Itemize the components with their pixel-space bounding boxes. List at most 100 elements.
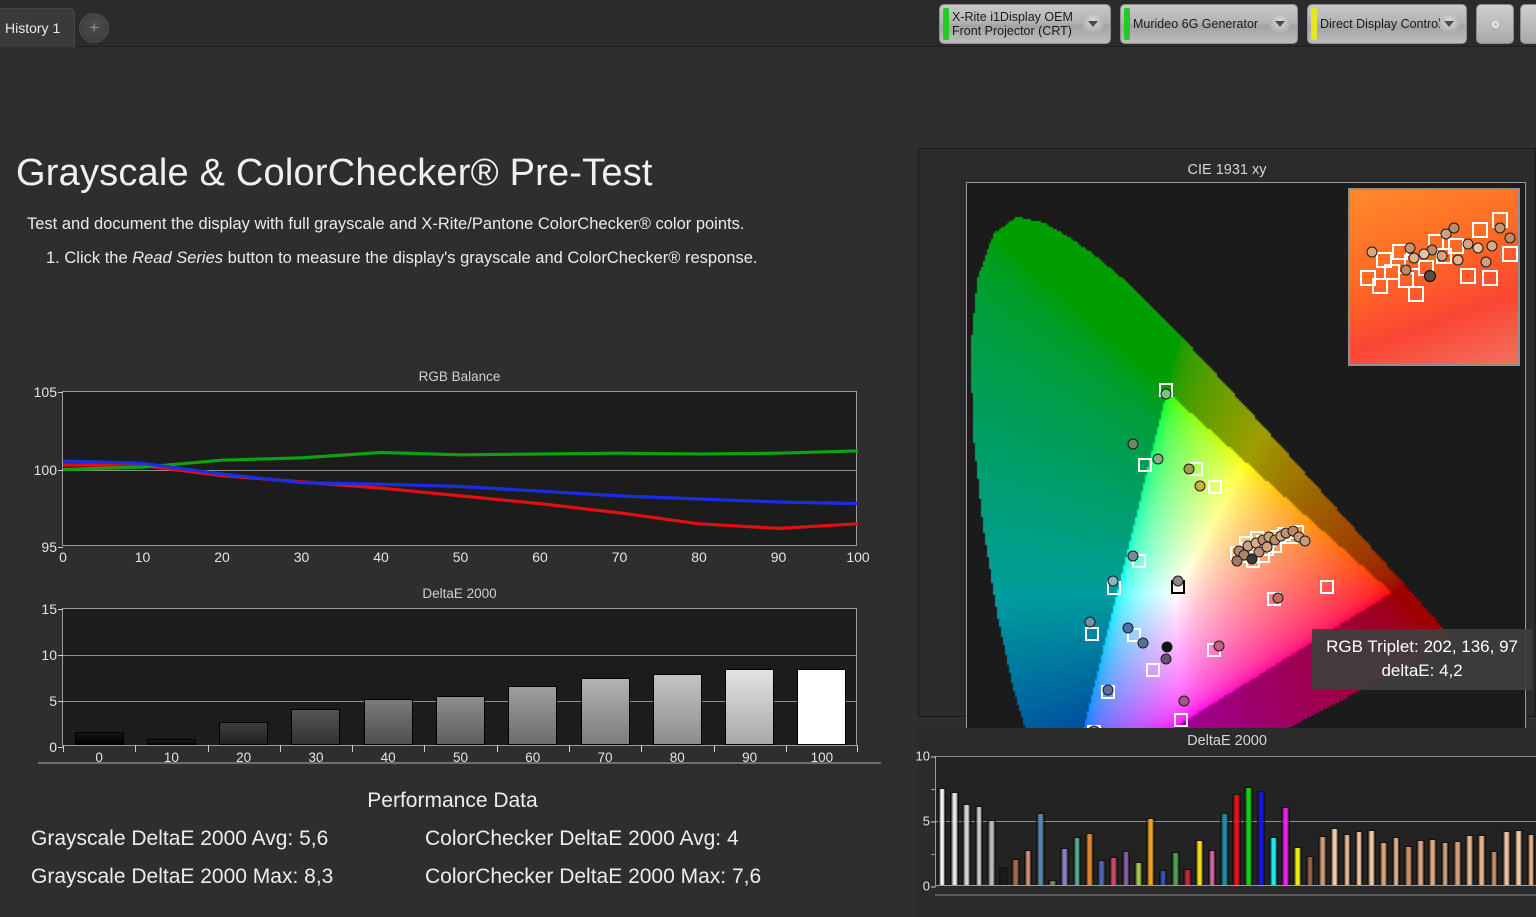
measured-point-1 xyxy=(1127,438,1139,450)
bar-60 xyxy=(508,686,558,745)
add-tab-button[interactable]: + xyxy=(79,13,110,43)
bar-GS100 xyxy=(937,787,947,886)
inset-measured-point-14 xyxy=(1436,250,1448,262)
bar-SK12 xyxy=(1465,834,1474,886)
step-text-pre: Click the xyxy=(64,249,133,267)
generator-selector[interactable]: Murideo 6G Generator xyxy=(1120,4,1298,44)
colorchecker-deltae-plot-area: 0 5 10 xyxy=(916,749,1536,894)
measured-point-11 xyxy=(1161,641,1173,653)
cie-zoom-inset xyxy=(1348,188,1520,366)
grayscale-deltae-chart: DeltaE 2000 0 5 10 15 0 10 20 30 40 50 60 70 80 90 100 xyxy=(38,586,881,766)
y-axis-tick: 5 xyxy=(923,814,937,829)
tab-strip: History 1 + xyxy=(0,8,110,47)
overflow-button[interactable] xyxy=(1520,4,1536,44)
measured-point-0 xyxy=(1160,388,1172,400)
inset-measured-point-7 xyxy=(1472,242,1484,254)
bar-SK17 xyxy=(1526,834,1536,886)
measured-point-5 xyxy=(1172,575,1184,587)
inset-target-marker-12 xyxy=(1482,270,1498,286)
target-marker-13 xyxy=(1174,713,1189,728)
bar-SK7 xyxy=(1403,845,1413,886)
bar-CC22 xyxy=(1293,847,1303,886)
performance-row-avg: Grayscale DeltaE 2000 Avg: 5,6 ColorChec… xyxy=(0,827,905,851)
y-axis-tick: 100 xyxy=(34,462,64,478)
bar-CC14 xyxy=(1195,839,1205,886)
right-panel: CIE 1931 xy 00,10,20,30,40,50,60,70,800,… xyxy=(916,148,1536,917)
bar-SK2 xyxy=(1342,834,1352,886)
bar-20 xyxy=(219,722,269,745)
tab-history-1[interactable]: History 1 xyxy=(0,8,76,47)
grid-line xyxy=(936,756,1536,757)
grayscale-avg-field: Grayscale DeltaE 2000 Avg: 5,6 xyxy=(0,827,425,851)
bar-SK13 xyxy=(1477,835,1487,886)
inset-target-marker-16 xyxy=(1408,286,1424,302)
measured-point-32 xyxy=(1261,541,1273,553)
cie-y-axis-tick: 0,8 xyxy=(967,241,968,243)
settings-button[interactable] xyxy=(1476,4,1514,44)
chevron-down-icon[interactable] xyxy=(1083,14,1103,34)
bar-SK3 xyxy=(1354,831,1364,886)
measured-point-9 xyxy=(1122,622,1134,634)
y-axis-tick: 5 xyxy=(49,693,63,709)
bar-SK11 xyxy=(1452,841,1462,886)
bar-CC23 xyxy=(1305,856,1315,886)
measured-point-3 xyxy=(1183,463,1195,475)
device-selector-bar: X-Rite i1Display OEM Front Projector (CR… xyxy=(930,4,1536,44)
inset-measured-point-10 xyxy=(1452,254,1464,266)
x-axis-tick-mark xyxy=(207,745,209,752)
cie-y-axis-tick: 0,5 xyxy=(967,465,968,466)
series-line-red xyxy=(63,463,858,530)
meter-selector-line1: X-Rite i1Display OEM xyxy=(952,10,1073,24)
x-axis-tick: 0 xyxy=(59,549,67,565)
target-marker-1 xyxy=(1137,458,1152,472)
step-number: 1. xyxy=(46,249,60,267)
plus-icon: + xyxy=(89,18,100,37)
page-title: Grayscale & ColorChecker® Pre-Test xyxy=(16,152,653,194)
measured-point-18 xyxy=(1272,592,1284,604)
measured-point-6 xyxy=(1127,550,1139,562)
cie-y-axis-tick: 0,7 xyxy=(967,315,968,317)
inset-measured-point-5 xyxy=(1448,222,1460,234)
bar-40 xyxy=(363,699,413,745)
x-axis-tick: 20 xyxy=(214,549,230,565)
bar-CC8 xyxy=(1121,850,1131,886)
colorchecker-avg-field: ColorChecker DeltaE 2000 Avg: 4 xyxy=(425,827,739,851)
meter-selector-line2: Front Projector (CRT) xyxy=(952,24,1072,38)
y-axis-minor-tick xyxy=(931,788,936,790)
grayscale-max-label: Grayscale DeltaE 2000 Max: xyxy=(31,865,299,888)
bar-CC9 xyxy=(1134,861,1143,886)
cie-readout-rgb: RGB Triplet: 202, 136, 97 xyxy=(1326,637,1518,656)
x-axis-tick: 50 xyxy=(452,549,469,565)
x-axis-tick-mark xyxy=(496,745,498,752)
bar-SK8 xyxy=(1416,839,1425,886)
bar-CC19 xyxy=(1256,791,1266,886)
generator-selector-line1: Murideo 6G Generator xyxy=(1133,17,1259,31)
bar-SK10 xyxy=(1440,841,1450,886)
measured-point-12 xyxy=(1160,653,1172,665)
grayscale-deltae-chart-title: DeltaE 2000 xyxy=(422,586,497,601)
x-axis-tick-mark xyxy=(568,745,570,752)
target-marker-16 xyxy=(1319,579,1334,594)
measured-point-7 xyxy=(1107,575,1119,587)
bar-100 xyxy=(797,668,847,745)
display-control-selector[interactable]: Direct Display Control xyxy=(1307,4,1467,44)
step-text-post: button to measure the display's grayscal… xyxy=(223,249,758,267)
x-axis-tick: 100 xyxy=(846,549,870,565)
chevron-down-icon[interactable] xyxy=(1439,14,1459,34)
measured-point-17 xyxy=(1213,640,1225,652)
bar-70 xyxy=(580,677,630,745)
bar-CC18 xyxy=(1244,787,1254,886)
bar-CC24 xyxy=(1317,835,1327,886)
bar-CC15 xyxy=(1207,850,1217,886)
chevron-down-icon[interactable] xyxy=(1270,14,1290,34)
bar-CC5 xyxy=(1084,832,1094,886)
rgb-balance-plot-area: 95 100 105 0 10 20 30 40 50 60 70 80 90 100 xyxy=(34,384,870,565)
x-axis-tick: 80 xyxy=(691,549,707,565)
inset-measured-point-11 xyxy=(1400,264,1412,276)
performance-data-section: Performance Data Grayscale DeltaE 2000 A… xyxy=(0,789,905,889)
page-subtitle: Test and document the display with full … xyxy=(27,215,745,233)
cie-readout: RGB Triplet: 202, 136, 97 deltaE: 4,2 xyxy=(1312,629,1532,690)
measured-point-8 xyxy=(1084,616,1096,628)
meter-selector[interactable]: X-Rite i1Display OEM Front Projector (CR… xyxy=(939,4,1111,44)
x-axis-tick: 10 xyxy=(134,549,151,565)
